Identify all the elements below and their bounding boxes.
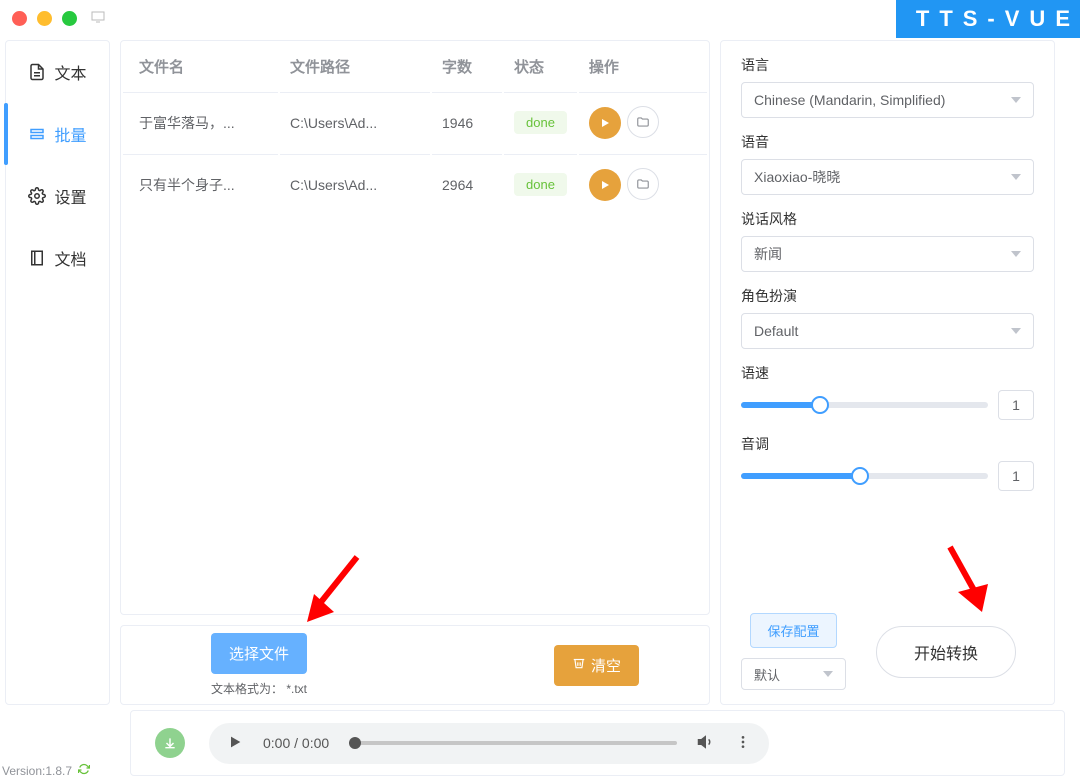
role-select[interactable]: Default bbox=[741, 313, 1034, 349]
cell-name: 于富华落马，... bbox=[123, 92, 278, 152]
window-close[interactable] bbox=[12, 11, 27, 26]
select-file-button[interactable]: 选择文件 bbox=[211, 633, 307, 674]
open-folder-button[interactable] bbox=[627, 106, 659, 138]
cell-status: done bbox=[504, 154, 577, 214]
audio-bar: 0:00 / 0:00 bbox=[130, 710, 1065, 776]
sidebar-item-batch[interactable]: 批量 bbox=[6, 103, 109, 165]
titlebar: TTS-VUE bbox=[0, 0, 1080, 36]
monitor-icon[interactable] bbox=[91, 10, 105, 26]
table-row: 只有半个身子...C:\Users\Ad...2964done bbox=[123, 154, 707, 214]
style-select[interactable]: 新闻 bbox=[741, 236, 1034, 272]
sidebar-item-label: 文档 bbox=[54, 246, 86, 270]
sidebar-item-docs[interactable]: 文档 bbox=[6, 227, 109, 289]
trash-icon bbox=[572, 656, 586, 674]
col-status: 状态 bbox=[504, 43, 577, 90]
book-icon bbox=[28, 249, 46, 267]
cell-count: 2964 bbox=[432, 154, 502, 214]
more-icon[interactable] bbox=[735, 734, 751, 753]
language-select[interactable]: Chinese (Mandarin, Simplified) bbox=[741, 82, 1034, 118]
audio-player: 0:00 / 0:00 bbox=[209, 723, 769, 764]
sidebar-item-label: 批量 bbox=[54, 122, 86, 146]
cell-name: 只有半个身子... bbox=[123, 154, 278, 214]
play-button[interactable] bbox=[589, 107, 621, 139]
sidebar-item-label: 设置 bbox=[54, 184, 86, 208]
download-button[interactable] bbox=[155, 728, 185, 758]
app-title: TTS-VUE bbox=[896, 0, 1080, 38]
sidebar-item-label: 文本 bbox=[54, 60, 86, 84]
audio-time: 0:00 / 0:00 bbox=[263, 735, 329, 751]
cell-path: C:\Users\Ad... bbox=[280, 154, 430, 214]
volume-icon[interactable] bbox=[697, 733, 715, 754]
speed-value: 1 bbox=[998, 390, 1034, 420]
stack-icon bbox=[28, 125, 46, 143]
clear-label: 清空 bbox=[591, 655, 621, 676]
pitch-value: 1 bbox=[998, 461, 1034, 491]
voice-select[interactable]: Xiaoxiao-晓晓 bbox=[741, 159, 1034, 195]
clear-button[interactable]: 清空 bbox=[554, 645, 639, 686]
config-panel: 语言 Chinese (Mandarin, Simplified) 语音 Xia… bbox=[720, 40, 1055, 705]
style-label: 说话风格 bbox=[741, 209, 1034, 229]
preset-select[interactable]: 默认 bbox=[741, 658, 846, 690]
window-maximize[interactable] bbox=[62, 11, 77, 26]
start-convert-button[interactable]: 开始转换 bbox=[876, 626, 1016, 678]
file-format-hint: 文本格式为： *.txt bbox=[211, 680, 307, 697]
table-row: 于富华落马，...C:\Users\Ad...1946done bbox=[123, 92, 707, 152]
save-config-button[interactable]: 保存配置 bbox=[750, 613, 836, 648]
col-ops: 操作 bbox=[579, 43, 707, 90]
audio-seek[interactable] bbox=[349, 741, 677, 745]
file-select-panel: 选择文件 文本格式为： *.txt 清空 bbox=[120, 625, 710, 705]
document-icon bbox=[28, 63, 46, 81]
speed-slider[interactable] bbox=[741, 402, 988, 408]
window-controls bbox=[12, 11, 77, 26]
version-footer: Version:1.8.7 bbox=[2, 763, 90, 778]
version-text: Version:1.8.7 bbox=[2, 764, 72, 778]
voice-label: 语音 bbox=[741, 132, 1034, 152]
role-label: 角色扮演 bbox=[741, 286, 1034, 306]
file-table-panel: 文件名 文件路径 字数 状态 操作 于富华落马，...C:\Users\Ad..… bbox=[120, 40, 710, 615]
sidebar: 文本 批量 设置 文档 bbox=[5, 40, 110, 705]
file-table: 文件名 文件路径 字数 状态 操作 于富华落马，...C:\Users\Ad..… bbox=[121, 41, 709, 216]
col-path: 文件路径 bbox=[280, 43, 430, 90]
gear-icon bbox=[28, 187, 46, 205]
sidebar-item-text[interactable]: 文本 bbox=[6, 41, 109, 103]
language-label: 语言 bbox=[741, 55, 1034, 75]
col-name: 文件名 bbox=[123, 43, 278, 90]
sidebar-item-settings[interactable]: 设置 bbox=[6, 165, 109, 227]
col-count: 字数 bbox=[432, 43, 502, 90]
window-minimize[interactable] bbox=[37, 11, 52, 26]
speed-label: 语速 bbox=[741, 363, 1034, 383]
cell-ops bbox=[579, 154, 707, 214]
cell-path: C:\Users\Ad... bbox=[280, 92, 430, 152]
play-icon[interactable] bbox=[227, 734, 243, 753]
pitch-label: 音调 bbox=[741, 434, 1034, 454]
cell-ops bbox=[579, 92, 707, 152]
cell-count: 1946 bbox=[432, 92, 502, 152]
pitch-slider[interactable] bbox=[741, 473, 988, 479]
refresh-icon[interactable] bbox=[78, 763, 90, 778]
open-folder-button[interactable] bbox=[627, 168, 659, 200]
cell-status: done bbox=[504, 92, 577, 152]
play-button[interactable] bbox=[589, 169, 621, 201]
